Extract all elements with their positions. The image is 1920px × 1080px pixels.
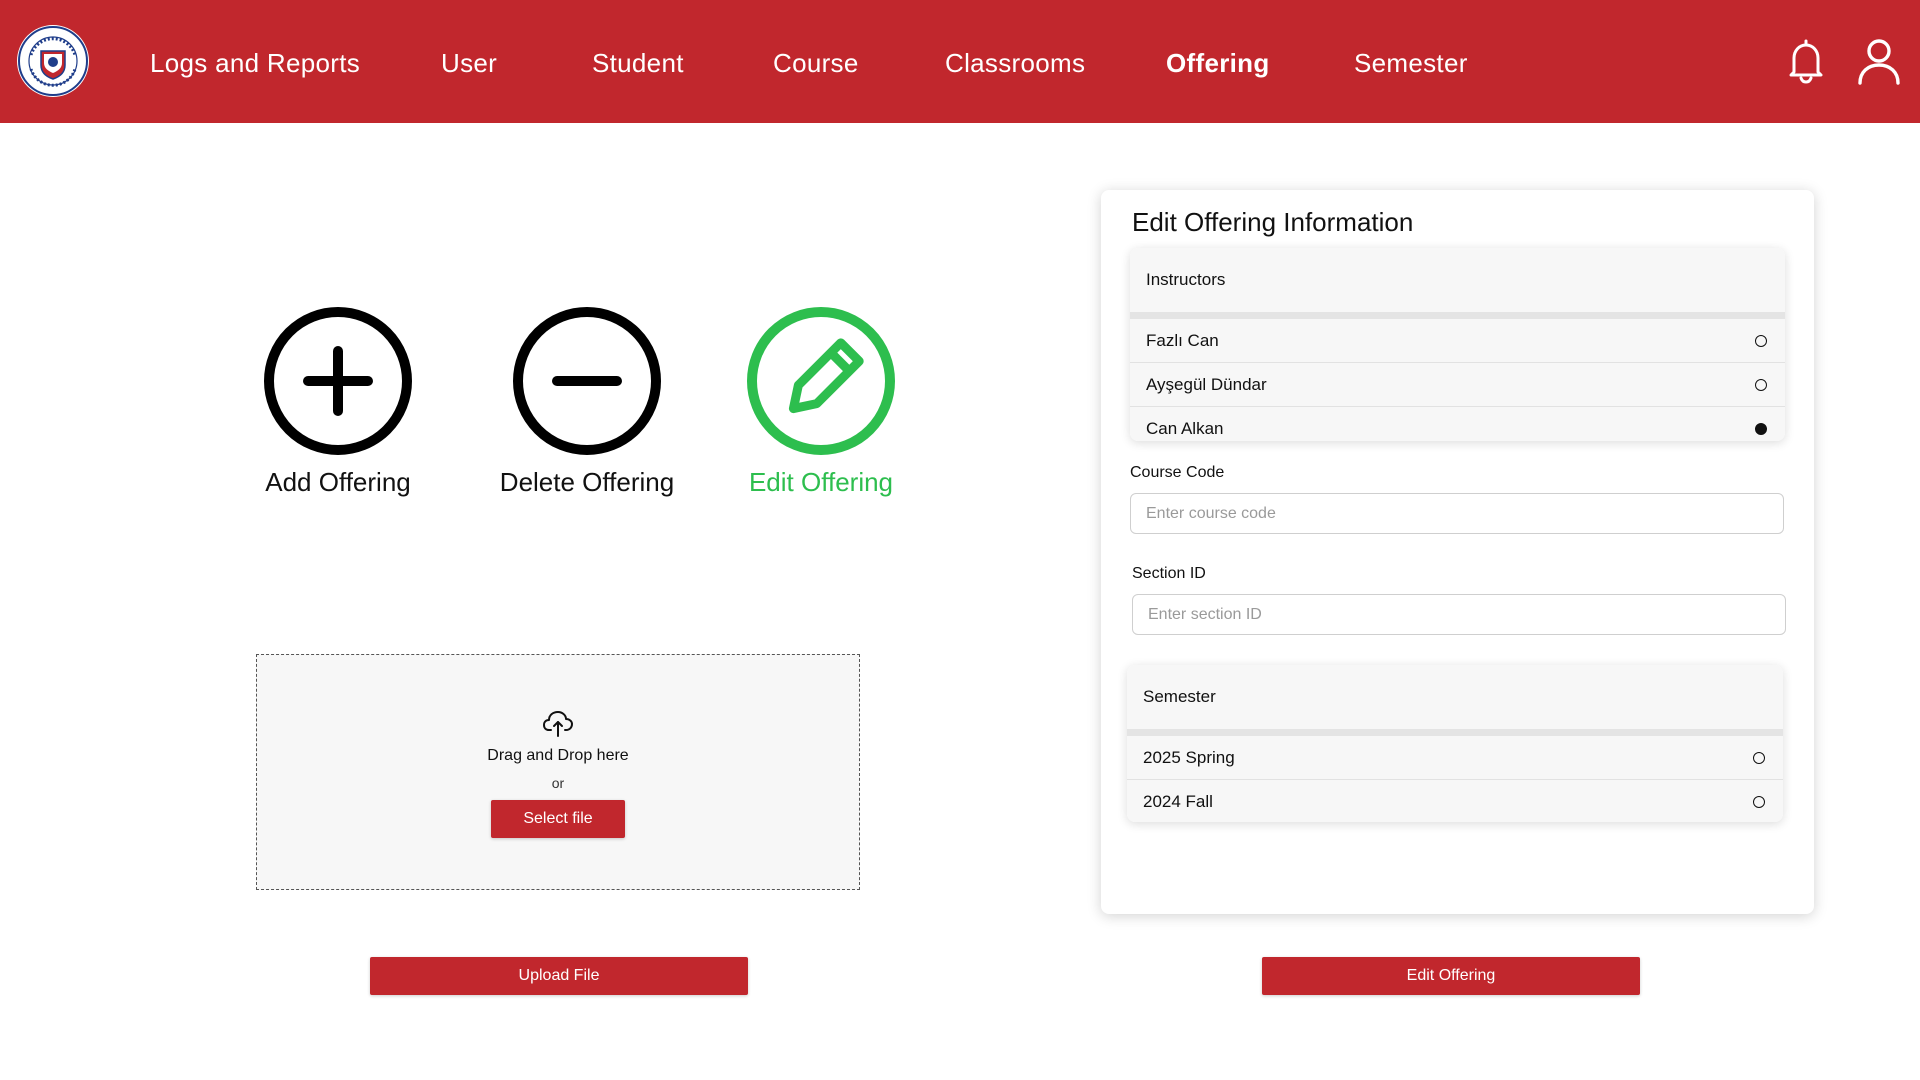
user-icon[interactable] [1854, 36, 1904, 86]
edit-offering-submit-button[interactable]: Edit Offering [1262, 957, 1640, 995]
nav-student[interactable]: Student [592, 47, 684, 79]
plus-circle-icon [263, 306, 413, 456]
section-id-input[interactable] [1132, 594, 1786, 635]
option-label: Can Alkan [1146, 419, 1224, 438]
drag-drop-text: Drag and Drop here [487, 747, 629, 764]
semester-option[interactable]: 2024 Fall [1127, 780, 1783, 822]
select-file-button[interactable]: Select file [491, 800, 625, 838]
nav-user[interactable]: User [441, 47, 497, 79]
card-title: Edit Offering Information [1132, 207, 1414, 237]
course-code-label: Course Code [1130, 464, 1225, 481]
option-label: 2024 Fall [1143, 792, 1213, 811]
nav-logs-and-reports[interactable]: Logs and Reports [150, 47, 360, 79]
add-offering-label: Add Offering [265, 467, 411, 497]
upload-file-button[interactable]: Upload File [370, 957, 748, 995]
bell-icon[interactable] [1781, 36, 1831, 86]
instructor-option[interactable]: Fazlı Can [1130, 319, 1785, 363]
radio-button-selected[interactable] [1755, 423, 1767, 435]
option-label: Fazlı Can [1146, 331, 1219, 350]
divider [1127, 729, 1783, 736]
divider [1130, 312, 1785, 319]
university-logo[interactable] [17, 25, 89, 97]
cloud-upload-icon [542, 707, 574, 739]
nav-classrooms[interactable]: Classrooms [945, 47, 1085, 79]
university-seal-icon [18, 26, 88, 96]
radio-button[interactable] [1753, 752, 1765, 764]
file-drop-zone[interactable]: Drag and Drop here or Select file [256, 654, 860, 890]
course-code-input[interactable] [1130, 493, 1784, 534]
nav-course[interactable]: Course [773, 47, 859, 79]
edit-offering-action-button[interactable]: Edit Offering [741, 306, 901, 506]
nav-semester[interactable]: Semester [1354, 47, 1468, 79]
instructors-label: Instructors [1146, 270, 1226, 289]
top-navigation-bar: Logs and Reports User Student Course Cla… [0, 0, 1920, 123]
minus-circle-icon [512, 306, 662, 456]
semester-header: Semester [1127, 665, 1783, 729]
radio-button[interactable] [1755, 379, 1767, 391]
instructor-option[interactable]: Can Alkan [1130, 407, 1785, 441]
semester-selector: Semester 2025 Spring 2024 Fall [1127, 665, 1783, 822]
or-text: or [551, 775, 565, 791]
option-label: 2025 Spring [1143, 748, 1235, 767]
semester-label: Semester [1143, 687, 1216, 706]
instructors-header: Instructors [1130, 248, 1785, 312]
add-offering-button[interactable]: Add Offering [258, 306, 418, 506]
delete-offering-button[interactable]: Delete Offering [500, 306, 674, 506]
semester-option[interactable]: 2025 Spring [1127, 736, 1783, 780]
section-id-label: Section ID [1132, 565, 1206, 582]
instructors-selector: Instructors Fazlı Can Ayşegül Dündar Can… [1130, 248, 1785, 441]
instructor-option[interactable]: Ayşegül Dündar [1130, 363, 1785, 407]
edit-offering-card: Edit Offering Information Instructors Fa… [1101, 190, 1814, 914]
nav-offering[interactable]: Offering [1166, 47, 1270, 79]
option-label: Ayşegül Dündar [1146, 375, 1267, 394]
edit-offering-label: Edit Offering [748, 467, 894, 497]
radio-button[interactable] [1753, 796, 1765, 808]
radio-button[interactable] [1755, 335, 1767, 347]
edit-circle-icon [746, 306, 896, 456]
